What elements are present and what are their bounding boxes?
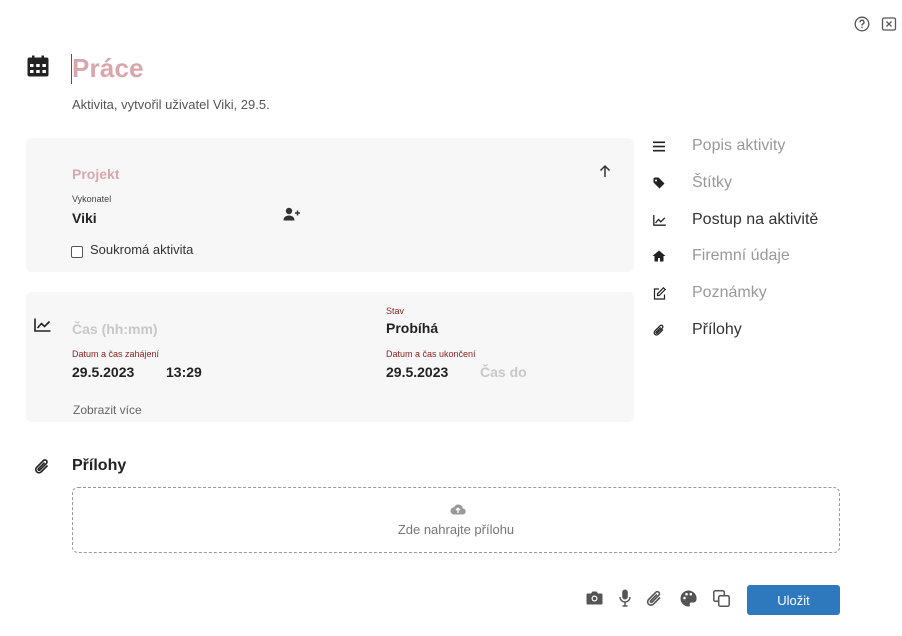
- private-activity-label: Soukromá aktivita: [90, 242, 194, 257]
- activity-subtitle: Aktivita, vytvořil uživatel Viki, 29.5.: [72, 97, 270, 112]
- sidebar-item-progress[interactable]: Postup na aktivitě: [650, 208, 870, 232]
- dropzone-text: Zde nahrajte přílohu: [397, 522, 515, 537]
- sidebar-item-company[interactable]: Firemní údaje: [650, 244, 870, 268]
- start-time[interactable]: 13:29: [166, 364, 202, 380]
- calendar-icon: [27, 55, 49, 77]
- sidebar-item-notes[interactable]: Poznámky: [650, 281, 870, 305]
- sidebar-item-label: Popis aktivity: [692, 137, 786, 154]
- sidebar-item-label: Firemní údaje: [692, 247, 790, 264]
- show-more-link[interactable]: Zobrazit více: [73, 403, 142, 417]
- cloud-upload-icon: [450, 503, 466, 515]
- status-label: Stav: [386, 306, 405, 316]
- add-user-icon[interactable]: [283, 207, 301, 221]
- chart-line-icon: [34, 318, 51, 332]
- tag-icon: [650, 174, 668, 192]
- private-activity-checkbox[interactable]: [71, 246, 83, 258]
- end-time-input[interactable]: Čas do: [480, 364, 527, 380]
- sidebar-item-label: Poznámky: [692, 284, 767, 301]
- camera-icon[interactable]: [586, 590, 603, 605]
- attachment-dropzone[interactable]: Zde nahrajte přílohu: [72, 487, 840, 553]
- paperclip-icon[interactable]: [646, 590, 663, 607]
- close-icon[interactable]: [881, 16, 897, 32]
- sidebar-item-tags[interactable]: Štítky: [650, 171, 870, 195]
- paperclip-icon: [34, 458, 50, 475]
- start-label: Datum a čas zahájení: [72, 349, 160, 359]
- sidebar-item-label: Štítky: [692, 174, 733, 191]
- progress-card: Čas (hh:mm) Stav Probíhá Datum a čas zah…: [26, 292, 634, 422]
- sidebar-item-attachments[interactable]: Přílohy: [650, 318, 870, 342]
- save-button[interactable]: Uložit: [747, 585, 840, 615]
- sidebar-item-label: Postup na aktivitě: [692, 211, 819, 228]
- end-label: Datum a čas ukončení: [386, 349, 476, 359]
- edit-icon: [650, 284, 668, 302]
- assignee-value[interactable]: Viki: [72, 210, 97, 226]
- chart-line-icon: [650, 211, 668, 229]
- palette-icon[interactable]: [680, 590, 697, 607]
- start-date[interactable]: 29.5.2023: [72, 364, 134, 380]
- paperclip-icon: [650, 321, 668, 339]
- end-date[interactable]: 29.5.2023: [386, 364, 448, 380]
- help-icon[interactable]: [854, 16, 870, 32]
- activity-title-input[interactable]: Práce: [72, 53, 144, 84]
- status-value[interactable]: Probíhá: [386, 320, 438, 336]
- project-card: Projekt Vykonatel Viki Soukromá aktivita: [26, 138, 634, 272]
- lines-icon: [650, 137, 668, 155]
- sidebar-item-description[interactable]: Popis aktivity: [650, 134, 870, 158]
- attachments-heading: Přílohy: [72, 457, 127, 474]
- arrow-up-icon[interactable]: [599, 164, 611, 178]
- home-icon: [650, 247, 668, 265]
- microphone-icon[interactable]: [619, 589, 631, 607]
- time-input[interactable]: Čas (hh:mm): [72, 321, 158, 337]
- copy-icon[interactable]: [713, 590, 730, 607]
- sidebar-item-label: Přílohy: [692, 321, 742, 338]
- project-field[interactable]: Projekt: [72, 166, 119, 182]
- assignee-label: Vykonatel: [72, 194, 112, 204]
